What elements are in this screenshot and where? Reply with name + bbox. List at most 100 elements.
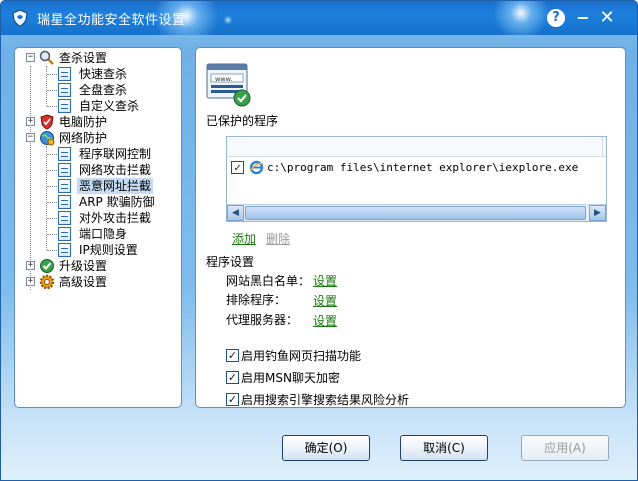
blacklist-label: 网站黑白名单：: [226, 274, 311, 288]
tree-item-ip-rules[interactable]: IP规则设置: [77, 242, 140, 258]
expander-plus-icon[interactable]: +: [26, 261, 35, 270]
program-settings-title: 程序设置: [206, 255, 255, 269]
tree-connector: [47, 218, 57, 219]
tree-item-label: IP规则设置: [79, 243, 138, 257]
tree-item-full-scan[interactable]: 全盘查杀: [77, 82, 129, 98]
ok-button[interactable]: 确定(O): [282, 435, 370, 461]
magnifier-icon: [39, 50, 55, 66]
tree-item-label: 自定义查杀: [79, 99, 140, 113]
close-button[interactable]: ✕: [597, 8, 617, 28]
document-icon: [58, 227, 71, 241]
apply-button[interactable]: 应用(A): [521, 435, 609, 461]
gear-icon: [39, 274, 55, 290]
tree-connector: [46, 66, 47, 106]
browser-shield-icon: www.: [206, 62, 252, 108]
tree-item-label: 网络攻击拦截: [79, 163, 152, 177]
tree-item-quick-scan[interactable]: 快速查杀: [77, 66, 129, 82]
tree-item-malicious-url-block[interactable]: 恶意网址拦截: [77, 178, 154, 194]
title-sparkle: [223, 15, 233, 25]
settings-content: www. 已保护的程序 ✓ c:\program files\internet …: [195, 47, 626, 408]
tree-item-port-stealth[interactable]: 端口隐身: [77, 226, 129, 242]
tree-item-pc-protection[interactable]: 电脑防护: [57, 114, 109, 130]
delete-program-link[interactable]: 删除: [266, 230, 290, 247]
document-icon: [58, 99, 71, 113]
tree-connector: [47, 74, 57, 75]
svg-text:www.: www.: [215, 75, 232, 83]
minimize-button[interactable]: −: [573, 8, 593, 28]
document-icon: [58, 243, 71, 257]
tree-item-outbound-attack-block[interactable]: 对外攻击拦截: [77, 210, 153, 226]
phishing-scan-label: 启用钓鱼网页扫描功能: [241, 349, 362, 363]
tree-item-network-protection[interactable]: 网络防护: [57, 130, 109, 146]
cancel-button[interactable]: 取消(C): [400, 435, 488, 461]
search-risk-analysis-label: 启用搜索引擎搜索结果风险分析: [241, 393, 410, 407]
proxy-server-label: 代理服务器：: [226, 313, 299, 327]
program-checkbox[interactable]: ✓: [231, 161, 244, 174]
tree-connector: [47, 234, 57, 235]
tree-connector: [47, 154, 57, 155]
tree-item-app-network-control[interactable]: 程序联网控制: [77, 146, 153, 162]
scroll-right-icon[interactable]: ▶: [589, 205, 606, 221]
scroll-left-icon[interactable]: ◀: [227, 205, 244, 221]
tree-item-update-settings[interactable]: 升级设置: [57, 258, 109, 274]
window-title: 瑞星全功能安全软件设置: [37, 13, 186, 28]
settings-tree: − 查杀设置 快速查杀 全盘查杀 自定义查杀 + 电脑防护 − 网络防护 程序联…: [14, 47, 182, 408]
program-path: c:\program files\internet explorer\iexpl…: [267, 161, 579, 174]
document-icon: [58, 147, 71, 161]
tree-item-scan-settings[interactable]: 查杀设置: [57, 50, 109, 66]
rising-logo-icon: [11, 9, 29, 27]
tree-item-label: 全盘查杀: [79, 83, 128, 97]
ie-icon: [249, 160, 264, 175]
horizontal-scrollbar[interactable]: ◀ ▶: [227, 204, 606, 221]
tree-item-network-attack-block[interactable]: 网络攻击拦截: [77, 162, 153, 178]
shield-icon: [39, 114, 55, 130]
document-icon: [58, 83, 71, 97]
tree-item-label: 查杀设置: [59, 51, 108, 65]
msn-encryption-checkbox[interactable]: ✓: [226, 371, 239, 384]
check-globe-icon: [39, 258, 55, 274]
protected-programs-title: 已保护的程序: [206, 114, 279, 128]
list-header: [227, 137, 606, 157]
tree-item-label: 电脑防护: [59, 115, 108, 129]
tree-item-advanced-settings[interactable]: 高级设置: [57, 274, 109, 290]
tree-item-label: 端口隐身: [79, 227, 128, 241]
document-icon: [58, 67, 71, 81]
scroll-thumb[interactable]: [245, 206, 586, 220]
globe-icon: [39, 130, 55, 146]
tree-item-arp-defense[interactable]: ARP 欺骗防御: [77, 194, 157, 210]
phishing-scan-checkbox[interactable]: ✓: [226, 349, 239, 362]
tree-item-label: 高级设置: [59, 275, 108, 289]
blacklist-settings-link[interactable]: 设置: [313, 272, 337, 289]
title-bar[interactable]: 瑞星全功能安全软件设置 ? − ✕: [1, 1, 637, 35]
add-program-link[interactable]: 添加: [232, 230, 256, 247]
tree-item-label: 恶意网址拦截: [77, 178, 154, 194]
document-icon: [58, 211, 71, 225]
tree-item-label: 快速查杀: [79, 67, 128, 81]
tree-connector: [47, 186, 57, 187]
tree-connector: [47, 202, 57, 203]
expander-plus-icon[interactable]: +: [26, 117, 35, 126]
search-risk-analysis-checkbox[interactable]: ✓: [226, 393, 239, 406]
document-icon: [58, 179, 71, 193]
proxy-server-settings-link[interactable]: 设置: [313, 312, 337, 329]
tree-item-custom-scan[interactable]: 自定义查杀: [77, 98, 141, 114]
expander-minus-icon[interactable]: −: [26, 53, 35, 62]
list-item[interactable]: ✓ c:\program files\internet explorer\iex…: [227, 159, 606, 177]
msn-encryption-label: 启用MSN聊天加密: [241, 371, 340, 385]
list-header-column[interactable]: [227, 137, 603, 157]
tree-connector: [47, 250, 57, 251]
expander-plus-icon[interactable]: +: [26, 277, 35, 286]
exclude-programs-settings-link[interactable]: 设置: [313, 292, 337, 309]
tree-connector: [47, 90, 57, 91]
protected-programs-list[interactable]: ✓ c:\program files\internet explorer\iex…: [226, 136, 607, 222]
expander-minus-icon[interactable]: −: [26, 133, 35, 142]
help-button[interactable]: ?: [547, 9, 565, 27]
document-icon: [58, 195, 71, 209]
tree-connector: [47, 170, 57, 171]
settings-window: 瑞星全功能安全软件设置 ? − ✕ − 查杀设置 快速查杀 全盘查杀 自定义查杀…: [0, 0, 638, 481]
tree-item-label: 对外攻击拦截: [79, 211, 152, 225]
tree-item-label: 程序联网控制: [79, 147, 152, 161]
tree-connector: [47, 106, 57, 107]
document-icon: [58, 163, 71, 177]
tree-connector: [30, 66, 31, 290]
